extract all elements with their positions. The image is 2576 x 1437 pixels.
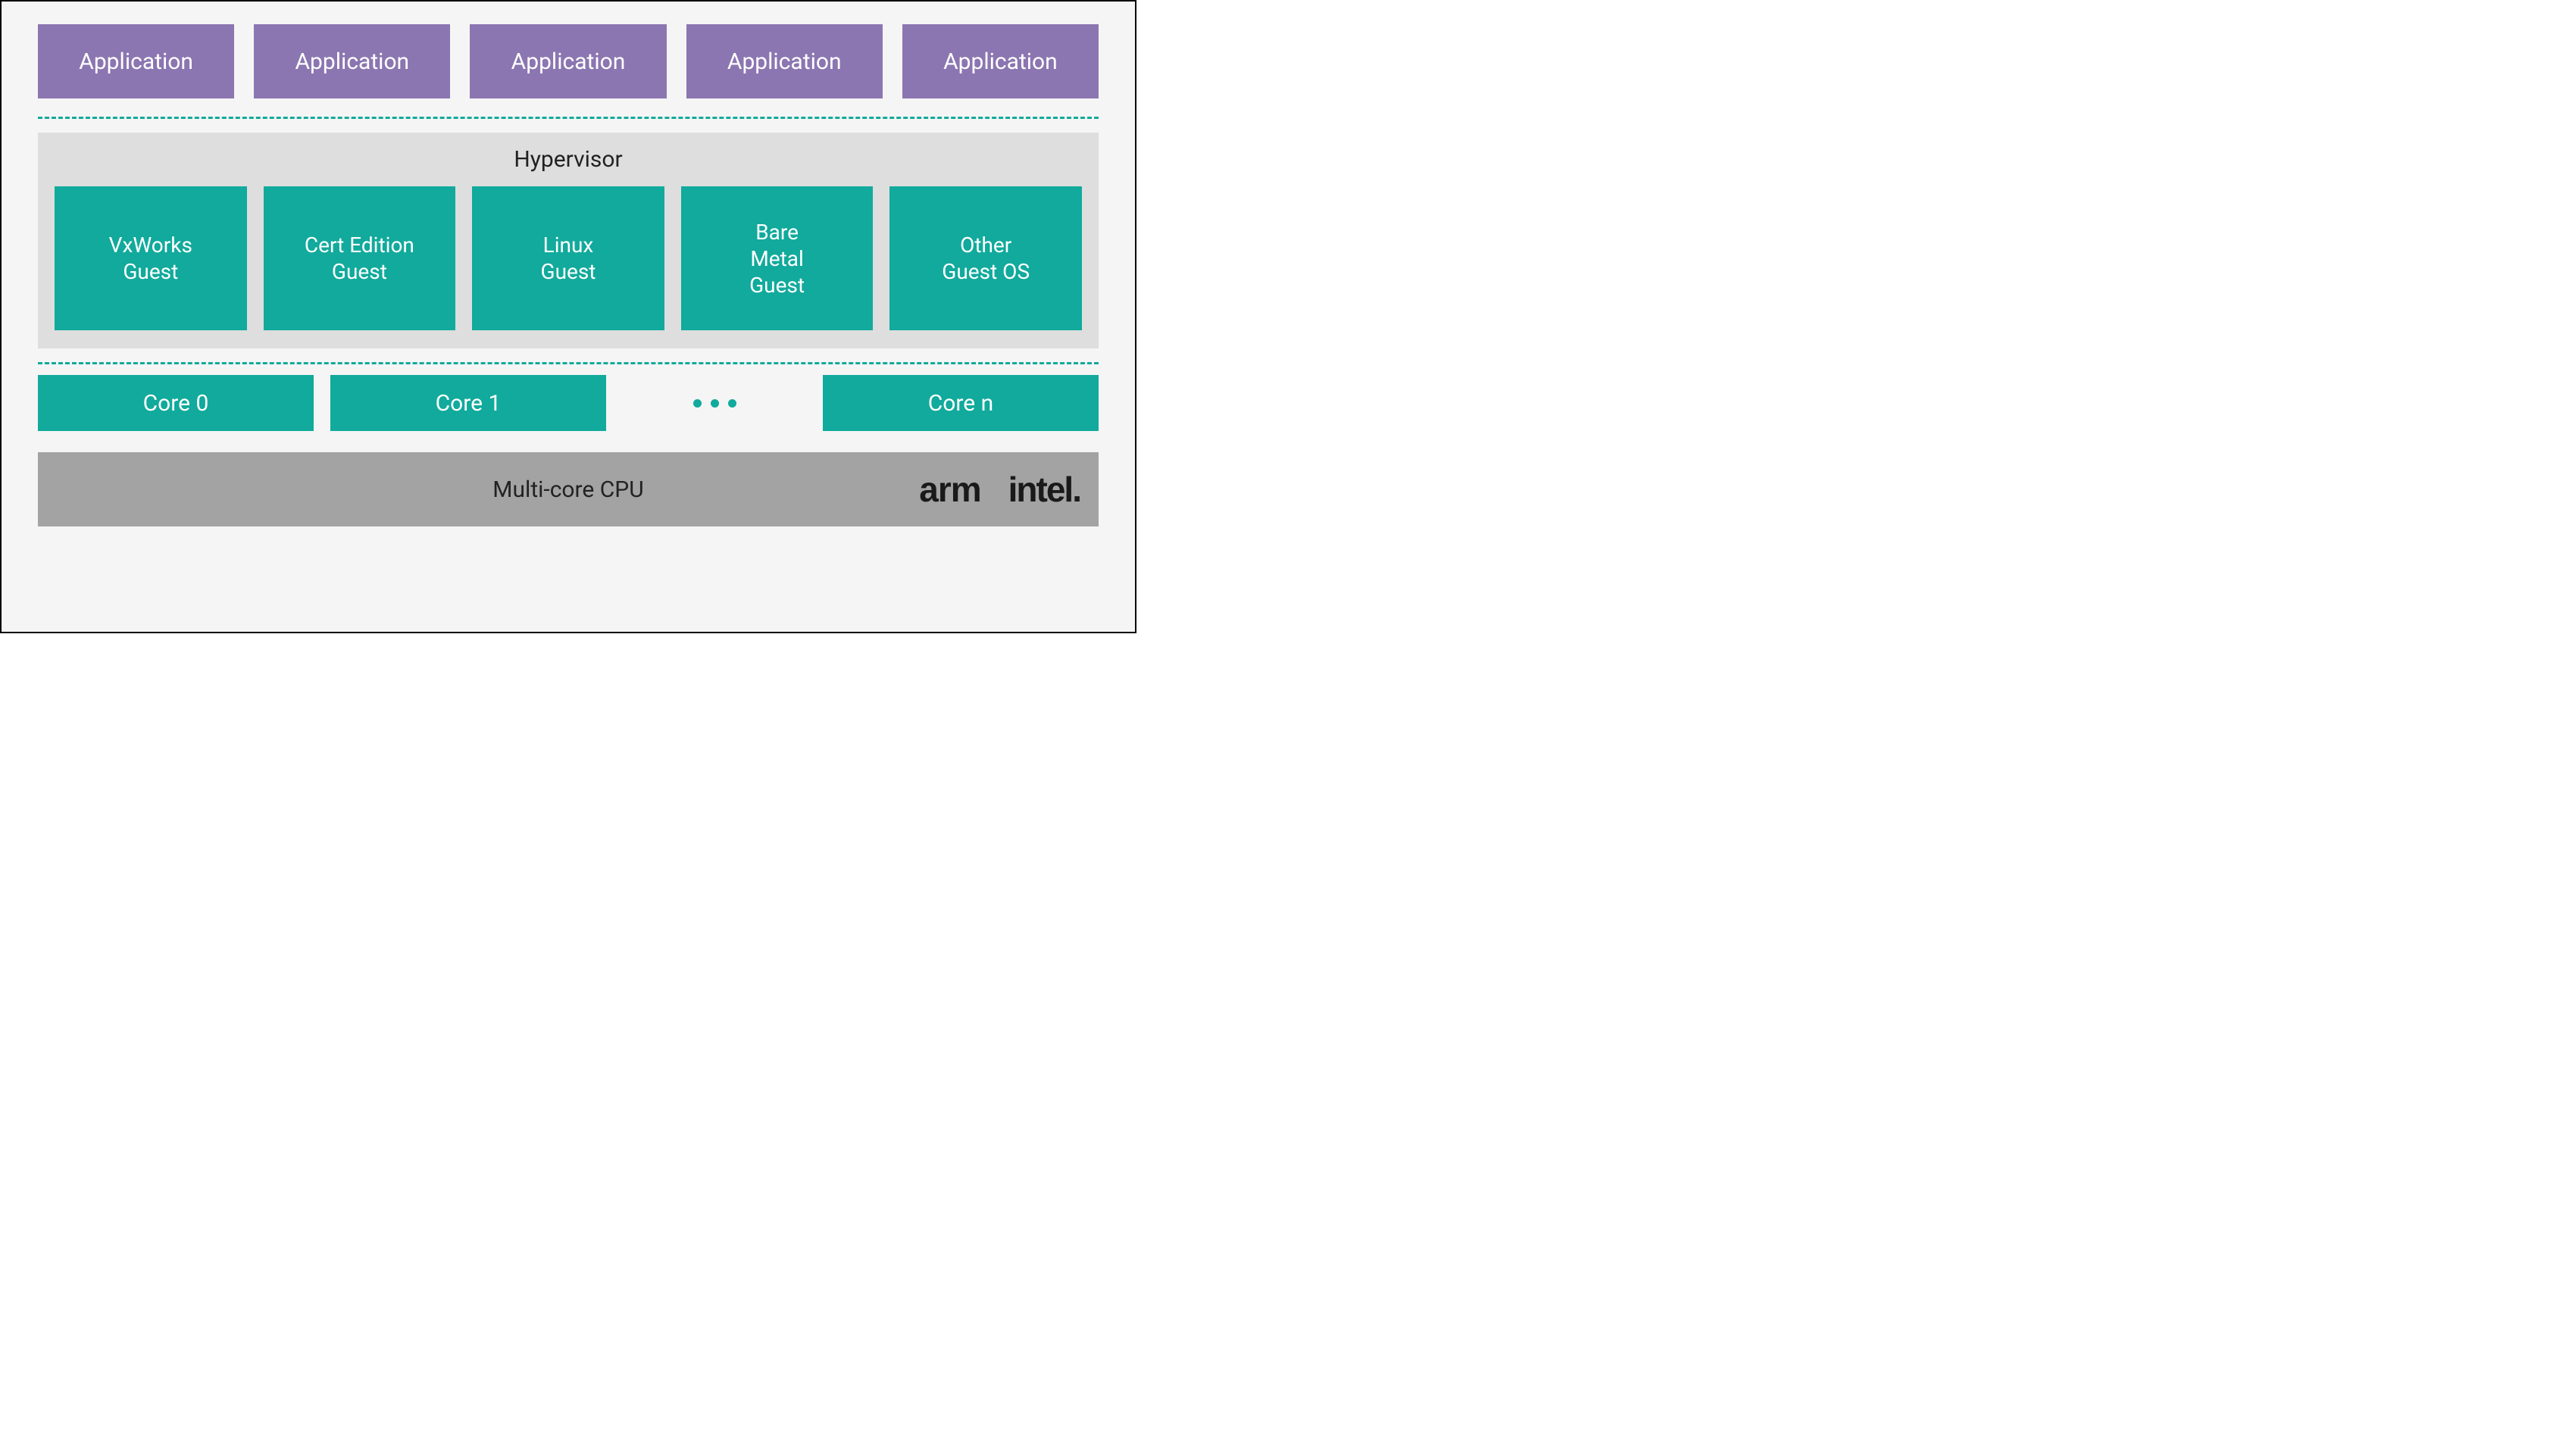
ellipsis-dot-icon bbox=[728, 399, 736, 408]
divider-apps-hypervisor bbox=[38, 117, 1099, 119]
application-box-2: Application bbox=[470, 24, 666, 98]
ellipsis-dot-icon bbox=[711, 399, 719, 408]
cpu-vendor-logos: arm intel. bbox=[919, 469, 1080, 510]
hypervisor-architecture-diagram: Application Application Application Appl… bbox=[0, 0, 1136, 633]
ellipsis-dot-icon bbox=[693, 399, 702, 408]
guest-linux: Linux Guest bbox=[472, 186, 664, 330]
application-box-1: Application bbox=[254, 24, 450, 98]
hypervisor-container: Hypervisor VxWorks Guest Cert Edition Gu… bbox=[38, 133, 1099, 348]
application-box-0: Application bbox=[38, 24, 234, 98]
intel-logo-icon: intel. bbox=[1008, 469, 1080, 510]
arm-logo-icon: arm bbox=[919, 469, 980, 510]
core-n-box: Core n bbox=[823, 375, 1099, 431]
guest-bare-metal: Bare Metal Guest bbox=[681, 186, 874, 330]
guest-vxworks: VxWorks Guest bbox=[55, 186, 247, 330]
applications-row: Application Application Application Appl… bbox=[38, 24, 1099, 98]
application-box-4: Application bbox=[902, 24, 1099, 98]
guests-row: VxWorks Guest Cert Edition Guest Linux G… bbox=[55, 186, 1082, 330]
application-box-3: Application bbox=[686, 24, 883, 98]
core-0-box: Core 0 bbox=[38, 375, 314, 431]
guest-other-os: Other Guest OS bbox=[889, 186, 1082, 330]
hypervisor-label: Hypervisor bbox=[55, 146, 1082, 173]
guest-cert-edition: Cert Edition Guest bbox=[264, 186, 456, 330]
core-1-box: Core 1 bbox=[330, 375, 606, 431]
cores-ellipsis bbox=[623, 399, 806, 408]
cores-row: Core 0 Core 1 Core n bbox=[38, 375, 1099, 431]
multicore-cpu-bar: Multi-core CPU arm intel. bbox=[38, 452, 1099, 526]
divider-hypervisor-cores bbox=[38, 362, 1099, 364]
